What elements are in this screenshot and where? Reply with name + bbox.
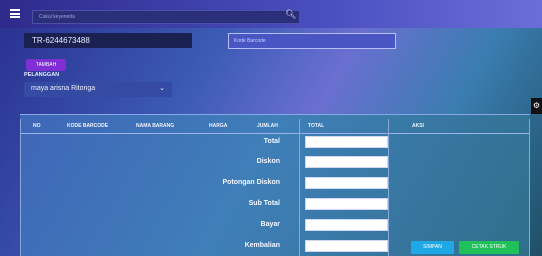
sub-total-field[interactable]: [305, 198, 388, 210]
potongan-diskon-field[interactable]: [305, 177, 388, 189]
transaction-table: NO KODE BARCODE NAMA BARANG HARGA JUMLAH…: [20, 114, 530, 256]
table-column-divider: [388, 119, 389, 256]
kembalian-field[interactable]: [305, 240, 388, 252]
transaction-number: TR-6244673488: [24, 33, 192, 48]
add-button[interactable]: TAMBAH: [26, 59, 66, 71]
gear-icon[interactable]: ⚙: [531, 98, 542, 114]
barcode-input[interactable]: Kode Barcode: [228, 33, 396, 49]
table-header: NO KODE BARCODE NAMA BARANG HARGA JUMLAH…: [20, 119, 530, 134]
table-border-left: [20, 119, 21, 256]
top-navbar: Cukui keyeneda 🔍︎: [0, 0, 542, 28]
search-icon[interactable]: 🔍︎: [285, 9, 296, 19]
save-button[interactable]: SIMPAN: [411, 241, 454, 254]
sub-total-label: Sub Total: [248, 200, 280, 207]
table-border-right: [529, 119, 530, 256]
header-harga: HARGA: [209, 123, 228, 129]
total-label: Total: [263, 138, 280, 145]
chevron-down-icon: ⌄: [159, 85, 165, 92]
header-no: NO: [33, 123, 41, 129]
customer-select-value: maya arisna Ritonga: [31, 85, 96, 92]
diskon-label: Diskon: [256, 158, 280, 165]
header-nama-barang: NAMA BARANG: [136, 123, 175, 129]
header-jumlah: JUMLAH: [257, 123, 278, 129]
header-aksi: AKSI: [412, 123, 424, 129]
potongan-diskon-label: Potongan Diskon: [222, 179, 280, 186]
diskon-field[interactable]: [305, 156, 388, 168]
customer-select[interactable]: maya arisna Ritonga ⌄: [24, 82, 172, 97]
header-total: TOTAL: [308, 123, 325, 129]
total-field[interactable]: [305, 136, 388, 148]
kembalian-label: Kembalian: [244, 242, 280, 249]
print-receipt-button[interactable]: CETAK STRUK: [459, 241, 519, 254]
header-kode-barcode: KODE BARCODE: [67, 123, 109, 129]
menu-icon[interactable]: [10, 9, 20, 18]
bayar-field[interactable]: [305, 219, 388, 231]
search-input[interactable]: Cukui keyeneda: [32, 10, 300, 24]
customer-label: PELANGGAN: [24, 72, 60, 78]
table-column-divider: [299, 119, 300, 256]
bayar-label: Bayar: [260, 221, 280, 228]
